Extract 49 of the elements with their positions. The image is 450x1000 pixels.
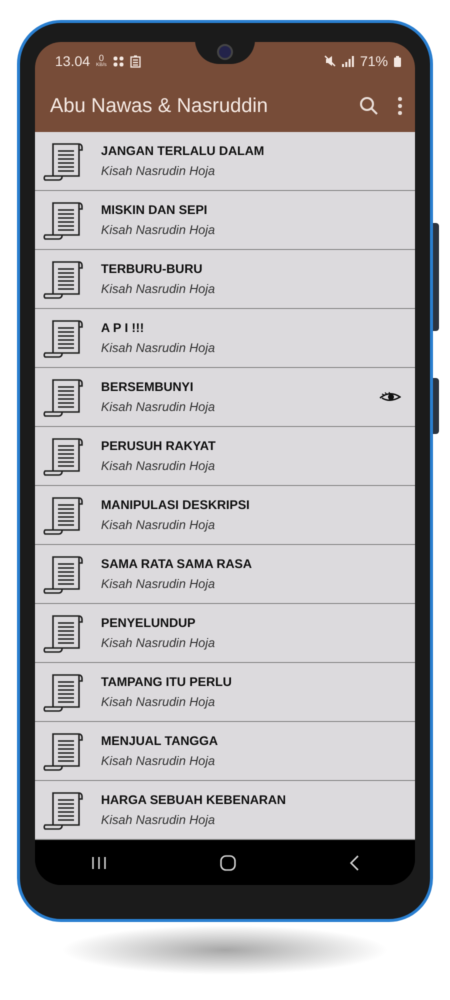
story-title: A P I !!! bbox=[101, 321, 146, 335]
recent-apps-icon[interactable] bbox=[91, 856, 108, 870]
signal-icon bbox=[342, 56, 354, 66]
story-subtitle: Kisah Nasrudin Hoja bbox=[101, 223, 216, 237]
story-subtitle: Kisah Nasrudin Hoja bbox=[101, 164, 216, 178]
more-options-button[interactable] bbox=[397, 96, 403, 116]
story-subtitle: Kisah Nasrudin Hoja bbox=[101, 695, 216, 709]
story-list-item[interactable]: PENYELUNDUP Kisah Nasrudin Hoja bbox=[35, 604, 415, 663]
story-title: HARGA SEBUAH KEBENARAN bbox=[101, 793, 287, 807]
story-title: PERUSUH RAKYAT bbox=[101, 439, 217, 453]
story-list-item[interactable]: SAMA RATA SAMA RASA Kisah Nasrudin Hoja bbox=[35, 545, 415, 604]
story-title: TAMPANG ITU PERLU bbox=[101, 675, 233, 689]
story-list-item[interactable]: JANGAN TERLALU DALAM Kisah Nasrudin Hoja bbox=[35, 132, 415, 191]
app-title: Abu Nawas & Nasruddin bbox=[50, 94, 269, 118]
story-list-item[interactable]: MENJUAL TANGGA Kisah Nasrudin Hoja bbox=[35, 722, 415, 781]
battery-percent: 71% bbox=[360, 53, 388, 69]
story-list-item[interactable]: TERBURU-BURU Kisah Nasrudin Hoja bbox=[35, 250, 415, 309]
story-list-item[interactable]: PERUSUH RAKYAT Kisah Nasrudin Hoja bbox=[35, 427, 415, 486]
story-subtitle: Kisah Nasrudin Hoja bbox=[101, 400, 216, 414]
network-speed: 0 bbox=[98, 54, 104, 63]
story-list-item[interactable]: A P I !!! Kisah Nasrudin Hoja bbox=[35, 309, 415, 368]
apps-icon bbox=[112, 56, 124, 66]
battery-icon bbox=[394, 56, 401, 66]
story-list-item[interactable]: BERSEMBUNYI Kisah Nasrudin Hoja bbox=[35, 368, 415, 427]
clock: 13.04 bbox=[55, 53, 90, 69]
story-subtitle: Kisah Nasrudin Hoja bbox=[101, 577, 216, 591]
story-subtitle: Kisah Nasrudin Hoja bbox=[101, 636, 216, 650]
search-button[interactable] bbox=[359, 96, 379, 116]
clipboard-icon bbox=[130, 54, 141, 68]
story-list-item[interactable]: TAMPANG ITU PERLU Kisah Nasrudin Hoja bbox=[35, 663, 415, 722]
story-title: SAMA RATA SAMA RASA bbox=[101, 557, 253, 571]
story-subtitle: Kisah Nasrudin Hoja bbox=[101, 282, 216, 296]
story-title: PENYELUNDUP bbox=[101, 616, 196, 630]
story-subtitle: Kisah Nasrudin Hoja bbox=[101, 459, 216, 473]
back-icon[interactable] bbox=[348, 854, 359, 870]
mute-icon bbox=[324, 55, 336, 67]
story-title: JANGAN TERLALU DALAM bbox=[101, 144, 266, 158]
story-subtitle: Kisah Nasrudin Hoja bbox=[101, 518, 216, 532]
story-subtitle: Kisah Nasrudin Hoja bbox=[101, 813, 216, 827]
story-list-item[interactable]: MISKIN DAN SEPI Kisah Nasrudin Hoja bbox=[35, 191, 415, 250]
story-title: TERBURU-BURU bbox=[101, 262, 204, 276]
story-subtitle: Kisah Nasrudin Hoja bbox=[101, 754, 216, 768]
story-list-item[interactable]: MANIPULASI DESKRIPSI Kisah Nasrudin Hoja bbox=[35, 486, 415, 545]
story-title: MANIPULASI DESKRIPSI bbox=[101, 498, 251, 512]
story-title: BERSEMBUNYI bbox=[101, 380, 194, 394]
story-title: MENJUAL TANGGA bbox=[101, 734, 219, 748]
story-subtitle: Kisah Nasrudin Hoja bbox=[101, 341, 216, 355]
story-title: MISKIN DAN SEPI bbox=[101, 203, 208, 217]
home-icon[interactable] bbox=[220, 854, 236, 870]
